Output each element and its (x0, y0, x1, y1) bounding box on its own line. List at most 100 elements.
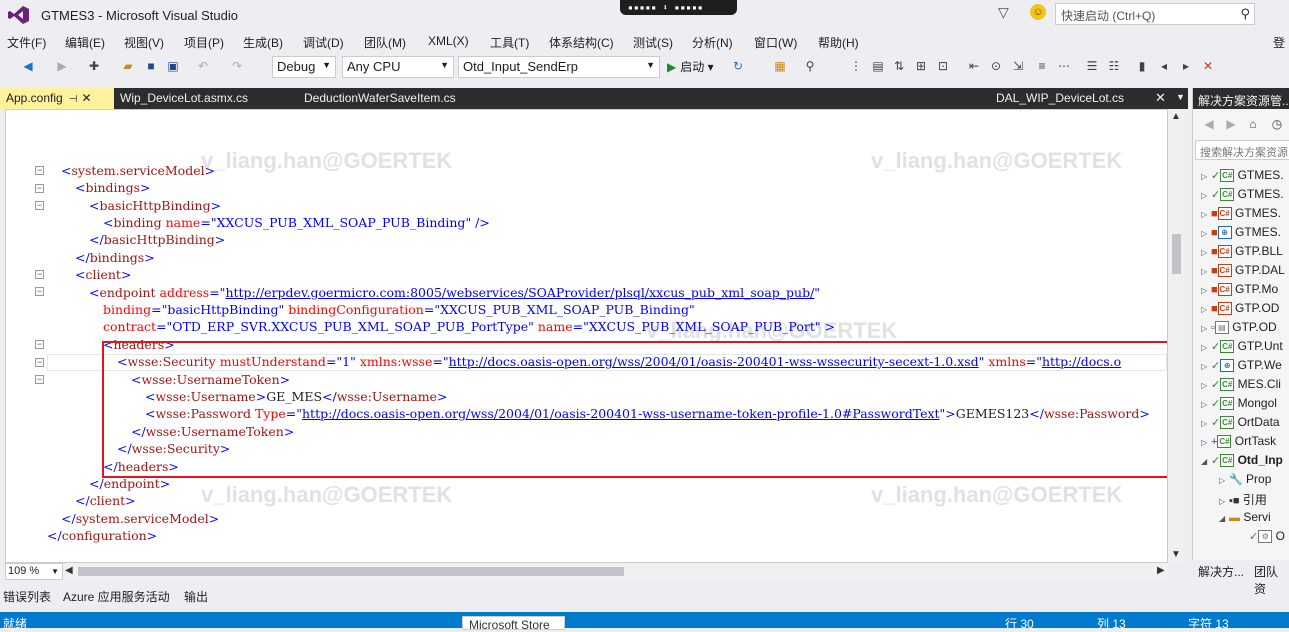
toolbar-tool-icon[interactable]: ⋯ (1056, 58, 1072, 74)
fold-collapse-icon[interactable]: − (35, 287, 44, 296)
tab-wip-devicelot[interactable]: Wip_DeviceLot.asmx.cs (114, 88, 254, 109)
solution-item[interactable]: ▷ ■ C# GTP.DAL (1201, 263, 1285, 282)
menu-team[interactable]: 团队(M) (364, 34, 406, 51)
close-icon[interactable]: ✕ (1155, 90, 1166, 106)
endpoint-url-link[interactable]: http://erpdev.goermicro.com:8005/webserv… (225, 285, 814, 300)
save-all-icon[interactable]: ▣ (165, 58, 181, 74)
toolbar-doc-icon[interactable]: ▤ (870, 58, 886, 74)
toolbar-tool-icon[interactable]: ⇅ (891, 58, 907, 74)
fold-collapse-icon[interactable]: − (35, 270, 44, 279)
tab-azure-activity[interactable]: Azure 应用服务活动 (63, 588, 170, 605)
solution-item[interactable]: ▷ ✓ ⊕ GTP.We (1201, 358, 1282, 377)
tab-error-list[interactable]: 错误列表 (3, 588, 51, 605)
menu-analyze[interactable]: 分析(N) (692, 34, 733, 51)
start-button[interactable]: ▶ 启动 ▾ (667, 58, 714, 75)
close-icon[interactable]: ✕ (81, 91, 91, 105)
solution-item-startup[interactable]: ◢ ✓ C# Otd_Inp (1201, 453, 1283, 472)
toolbar-tool-icon[interactable]: ⇲ (1010, 58, 1026, 74)
solution-item[interactable]: ▷ ✓ C# OrtData (1201, 415, 1280, 434)
menu-edit[interactable]: 编辑(E) (65, 34, 105, 51)
toolbar-tool-icon[interactable]: ⇤ (966, 58, 982, 74)
solution-item[interactable]: ◢ ▬ Servi (1219, 510, 1271, 529)
forward-icon[interactable]: ▶ (54, 58, 70, 74)
menu-architecture[interactable]: 体系结构(C) (549, 34, 614, 51)
login-link[interactable]: 登 (1273, 34, 1285, 51)
solution-item[interactable]: ▷ ✓ C# MES.Cli (1201, 377, 1281, 396)
menu-project[interactable]: 项目(P) (184, 34, 224, 51)
fold-collapse-icon[interactable]: − (35, 375, 44, 384)
menu-tools[interactable]: 工具(T) (490, 34, 529, 51)
tab-app-config[interactable]: App.config ⊣ ✕ (0, 88, 114, 109)
vertical-scrollbar[interactable]: ▲ ▼ (1168, 109, 1185, 563)
configuration-select[interactable]: Debug ▼ (272, 56, 336, 78)
toolbar-tool-icon[interactable]: ⊡ (935, 58, 951, 74)
toolbar-tool-icon[interactable]: ⊙ (988, 58, 1004, 74)
solution-item[interactable]: ▷ ■ C# GTP.Mo (1201, 282, 1278, 301)
menu-file[interactable]: 文件(F) (7, 34, 46, 51)
menu-view[interactable]: 视图(V) (124, 34, 164, 51)
home-icon[interactable]: ⌂ (1245, 116, 1261, 132)
solution-item[interactable]: ▷ ■ ⊕ GTMES. (1201, 225, 1281, 244)
uncomment-icon[interactable]: ☷ (1106, 58, 1122, 74)
scroll-up-icon[interactable]: ▲ (1171, 111, 1181, 122)
scroll-left-icon[interactable]: ◀ (65, 565, 73, 576)
horizontal-scrollbar[interactable]: 109 % ▼ ◀ ▶ (5, 563, 1168, 580)
bookmark-icon[interactable]: ▮ (1134, 58, 1150, 74)
solution-item[interactable]: ▷ ■ C# GTP.BLL (1201, 244, 1283, 263)
forward-icon[interactable]: ▶ (1223, 116, 1239, 132)
new-project-icon[interactable]: ✚ (86, 58, 102, 74)
tab-deduction-wafer[interactable]: DeductionWaferSaveItem.cs (298, 88, 462, 109)
solution-item[interactable]: ▷ ✓ C# GTMES. (1201, 168, 1284, 187)
menu-xml[interactable]: XML(X) (428, 34, 469, 48)
menu-window[interactable]: 窗口(W) (754, 34, 797, 51)
fold-collapse-icon[interactable]: − (35, 166, 44, 175)
solution-item[interactable]: ▷ ✓ C# GTP.Unt (1201, 339, 1283, 358)
menu-debug[interactable]: 调试(D) (303, 34, 344, 51)
clear-bookmark-icon[interactable]: ✕ (1200, 58, 1216, 74)
chevron-down-icon[interactable]: ▼ (1176, 92, 1185, 102)
tab-output[interactable]: 输出 (184, 588, 208, 605)
solution-item[interactable]: ✓ ⚙ O (1249, 529, 1285, 548)
undo-icon[interactable]: ↶ (195, 58, 211, 74)
startup-project-select[interactable]: Otd_Input_SendErp ▼ (458, 56, 660, 78)
fold-collapse-icon[interactable]: − (35, 184, 44, 193)
solution-item[interactable]: ▷ ■ C# GTMES. (1201, 206, 1281, 225)
solution-item[interactable]: ▷ + C# OrtTask (1201, 434, 1276, 453)
open-file-icon[interactable]: ▰ (120, 58, 136, 74)
save-icon[interactable]: ■ (143, 58, 159, 74)
menu-help[interactable]: 帮助(H) (818, 34, 859, 51)
scroll-thumb[interactable] (78, 567, 624, 576)
back-icon[interactable]: ◀ (1201, 116, 1217, 132)
solution-item[interactable]: ▷ ▫ ▤ GTP.OD (1201, 320, 1277, 339)
solution-item[interactable]: ▷ ✓ C# GTMES. (1201, 187, 1284, 206)
pin-icon[interactable]: ⊣ (69, 94, 78, 105)
browse-icon[interactable]: ▦ (772, 58, 788, 74)
menu-test[interactable]: 测试(S) (633, 34, 673, 51)
scroll-thumb[interactable] (1172, 234, 1181, 274)
scroll-right-icon[interactable]: ▶ (1157, 565, 1165, 576)
code-editor[interactable]: v_liang.han@GOERTEK v_liang.han@GOERTEK … (5, 109, 1168, 563)
tab-team-explorer[interactable]: 团队资 (1254, 563, 1289, 597)
solution-search-input[interactable]: 搜索解决方案资源 (1195, 140, 1289, 160)
next-bookmark-icon[interactable]: ▸ (1178, 58, 1194, 74)
history-icon[interactable]: ◷ (1269, 116, 1285, 132)
toolbar-tool-icon[interactable]: ⊞ (913, 58, 929, 74)
fold-collapse-icon[interactable]: − (35, 358, 44, 367)
filter-icon[interactable]: ▽ (998, 4, 1009, 21)
toolbar-tool-icon[interactable]: ≡ (1034, 58, 1050, 74)
menu-build[interactable]: 生成(B) (243, 34, 283, 51)
solution-item[interactable]: ▷ 🔧 Prop (1219, 472, 1271, 491)
solution-item[interactable]: ▷ ▪■ 引用 (1219, 491, 1267, 510)
scroll-down-icon[interactable]: ▼ (1171, 549, 1181, 560)
tab-solution-explorer[interactable]: 解决方... (1198, 563, 1244, 580)
prev-bookmark-icon[interactable]: ◂ (1156, 58, 1172, 74)
find-icon[interactable]: ⚲ (802, 58, 818, 74)
quick-launch-input[interactable]: 快速启动 (Ctrl+Q) ⚲ (1055, 3, 1255, 25)
solution-item[interactable]: ▷ ■ C# GTP.OD (1201, 301, 1279, 320)
zoom-select[interactable]: 109 % ▼ (5, 563, 63, 580)
feedback-smile-icon[interactable]: ☺ (1030, 4, 1046, 20)
refresh-icon[interactable]: ↻ (730, 58, 746, 74)
platform-select[interactable]: Any CPU ▼ (342, 56, 454, 78)
fold-collapse-icon[interactable]: − (35, 340, 44, 349)
fold-collapse-icon[interactable]: − (35, 201, 44, 210)
